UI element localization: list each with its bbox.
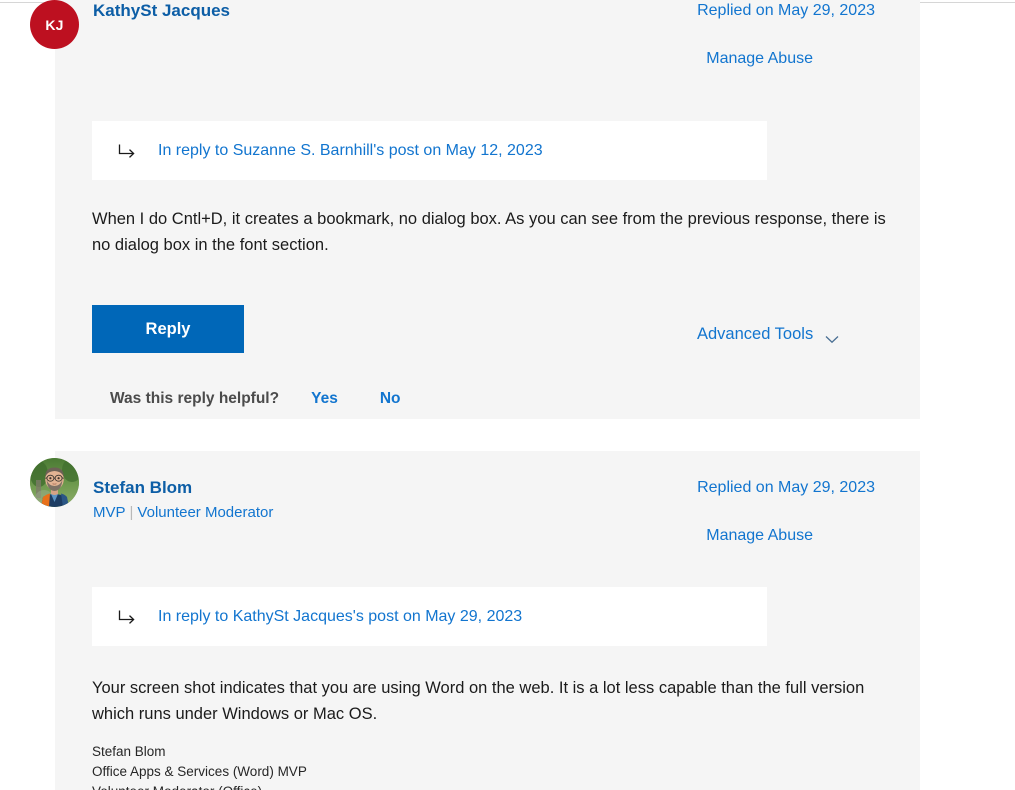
post-body: Your screen shot indicates that you are … (92, 675, 892, 727)
in-reply-to-box[interactable]: In reply to Suzanne S. Barnhill's post o… (92, 121, 767, 180)
advanced-tools-label: Advanced Tools (697, 325, 813, 344)
replied-on-link[interactable]: Replied on May 29, 2023 (697, 477, 875, 499)
reply-arrow-icon (117, 607, 137, 627)
in-reply-to-box[interactable]: In reply to KathySt Jacques's post on Ma… (92, 587, 767, 646)
in-reply-to-link[interactable]: In reply to KathySt Jacques's post on Ma… (158, 608, 522, 626)
author-name-link[interactable]: Stefan Blom (93, 477, 273, 499)
post-card: Stefan Blom MVP|Volunteer Moderator Repl… (55, 451, 920, 790)
author-block: Stefan Blom MVP|Volunteer Moderator (93, 477, 273, 524)
avatar-photo-image (30, 458, 79, 507)
reply-button[interactable]: Reply (92, 305, 244, 353)
author-badges: MVP|Volunteer Moderator (93, 502, 273, 524)
badge-volunteer-moderator[interactable]: Volunteer Moderator (137, 504, 273, 521)
badge-separator: | (126, 504, 138, 521)
signature-line: Office Apps & Services (Word) MVP (92, 762, 792, 782)
post-card: KJ KathySt Jacques Replied on May 29, 20… (55, 0, 920, 419)
badge-mvp[interactable]: MVP (93, 504, 126, 521)
avatar-initials-label: KJ (45, 17, 63, 33)
post-body: When I do Cntl+D, it creates a bookmark,… (92, 206, 892, 258)
author-block: KathySt Jacques (93, 0, 230, 22)
signature-line: Stefan Blom (92, 742, 792, 762)
chevron-down-icon (825, 330, 839, 339)
in-reply-to-link[interactable]: In reply to Suzanne S. Barnhill's post o… (158, 142, 543, 160)
signature-line: Volunteer Moderator (Office) (92, 782, 792, 790)
post-meta: Replied on May 29, 2023 Manage Abuse (697, 0, 875, 70)
avatar[interactable]: KJ (30, 0, 79, 49)
post-meta: Replied on May 29, 2023 Manage Abuse (697, 477, 875, 547)
manage-abuse-link[interactable]: Manage Abuse (697, 525, 813, 547)
avatar[interactable] (30, 458, 79, 507)
helpful-row: Was this reply helpful? Yes No (110, 390, 401, 408)
forum-thread-page: KJ KathySt Jacques Replied on May 29, 20… (0, 0, 1015, 790)
author-name-link[interactable]: KathySt Jacques (93, 0, 230, 22)
post-body-text: When I do Cntl+D, it creates a bookmark,… (92, 206, 892, 258)
replied-on-link[interactable]: Replied on May 29, 2023 (697, 0, 875, 22)
post-body-text: Your screen shot indicates that you are … (92, 675, 892, 727)
post-signature: Stefan Blom Office Apps & Services (Word… (92, 742, 792, 790)
helpful-no-button[interactable]: No (380, 390, 401, 408)
reply-arrow-icon (117, 141, 137, 161)
helpful-question: Was this reply helpful? (110, 390, 279, 408)
helpful-yes-button[interactable]: Yes (311, 390, 338, 408)
manage-abuse-link[interactable]: Manage Abuse (697, 48, 813, 70)
advanced-tools-button[interactable]: Advanced Tools (697, 325, 839, 344)
